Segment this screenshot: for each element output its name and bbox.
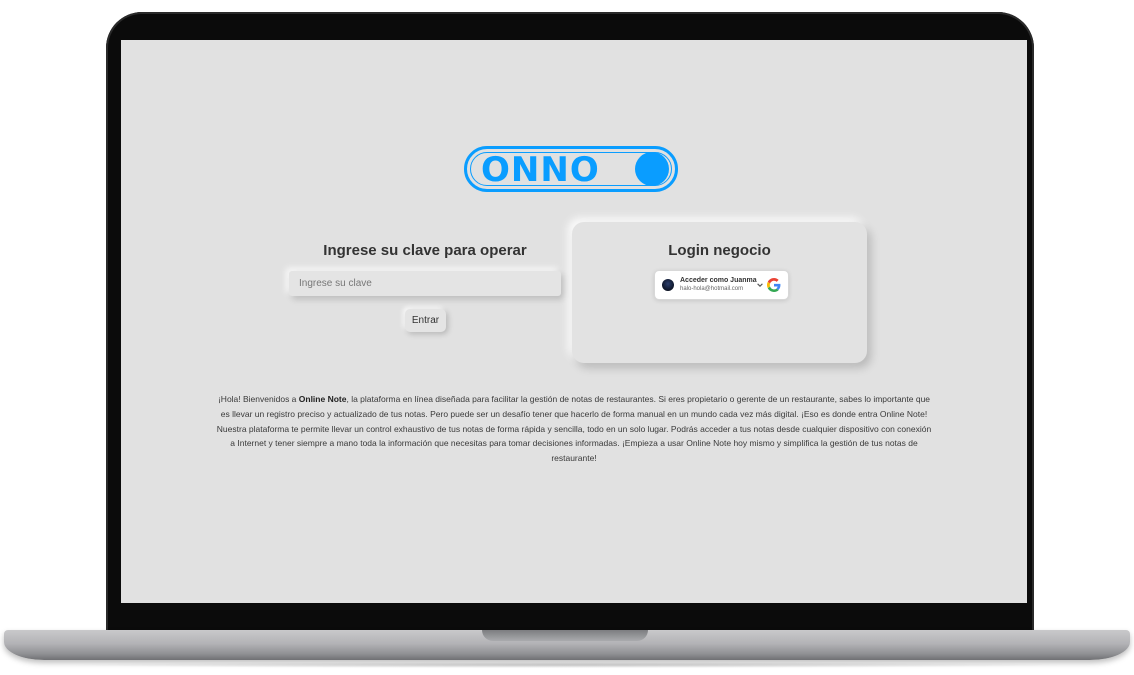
laptop-shadow <box>60 662 1074 668</box>
business-login-card: Login negocio Acceder como Juanma halo-h… <box>572 222 867 363</box>
pin-panel-title: Ingrese su clave para operar <box>323 242 527 259</box>
laptop-notch <box>482 630 648 641</box>
app-screen: ONNO Ingrese su clave para operar Entrar… <box>121 40 1027 603</box>
description-brand: Online Note <box>298 394 347 404</box>
onno-logo: ONNO <box>464 146 678 192</box>
logo-toggle-dot <box>635 152 669 186</box>
pin-input[interactable] <box>289 271 561 296</box>
description-prefix: ¡Hola! Bienvenidos a <box>217 394 299 404</box>
google-account-label: Acceder como Juanma <box>680 277 757 284</box>
business-login-title: Login negocio <box>668 242 771 259</box>
google-account-email: halo-hola@hotmail.com <box>680 286 744 292</box>
user-avatar <box>662 279 674 291</box>
logo-text: ONNO <box>481 150 600 190</box>
enter-button[interactable]: Entrar <box>405 309 446 332</box>
google-signin-button[interactable]: Acceder como Juanma halo-hola@hotmail.co… <box>654 270 789 300</box>
description-body: , la plataforma en línea diseñada para f… <box>216 394 932 464</box>
welcome-description: ¡Hola! Bienvenidos a Online Note, la pla… <box>215 392 933 466</box>
google-icon <box>767 278 781 292</box>
chevron-down-icon[interactable] <box>756 281 764 289</box>
